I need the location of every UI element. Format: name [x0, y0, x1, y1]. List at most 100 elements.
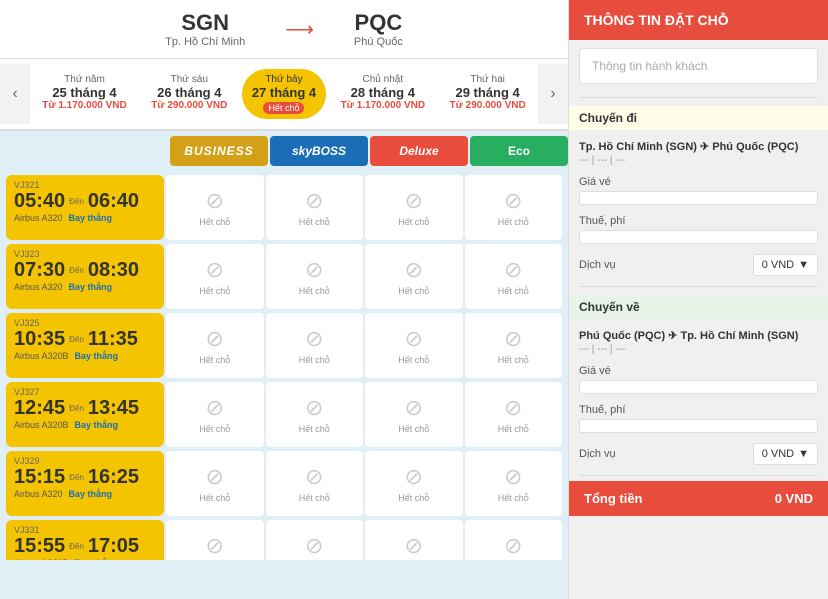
het-cho-label: Hết chỗ	[199, 217, 230, 227]
skyboss-label: skyBOSS	[292, 144, 346, 158]
het-cho-label: Hết chỗ	[299, 493, 330, 503]
seat-skyboss-4[interactable]: ⊘ Hết chỗ	[266, 451, 364, 516]
seat-business-5[interactable]: ⊘ Hết chỗ	[166, 520, 264, 560]
gia-ve-label: Giá vé	[579, 176, 818, 188]
seat-skyboss-0[interactable]: ⊘ Hết chỗ	[266, 175, 364, 240]
den-label-0: Đến	[69, 197, 84, 206]
arr-name: Phú Quốc	[354, 36, 403, 48]
seat-icon: ⊘	[504, 464, 522, 490]
seat-eco-0[interactable]: ⊘ Hết chỗ	[465, 175, 563, 240]
seat-eco-1[interactable]: ⊘ Hết chỗ	[465, 244, 563, 309]
het-cho-label: Hết chỗ	[398, 217, 429, 227]
het-cho-label: Hết chỗ	[498, 217, 529, 227]
seat-icon: ⊘	[405, 533, 423, 559]
het-cho-label: Hết chỗ	[398, 355, 429, 365]
gia-ve2-row: Giá vé	[569, 360, 828, 399]
table-row: VJ321 05:40 Đến 06:40 Airbus A320 Bay th…	[6, 175, 562, 240]
direct-2: Bay thẳng	[75, 351, 119, 361]
flight-dep-5: 15:55	[14, 535, 65, 558]
passenger-info-button[interactable]: Thông tin hành khách	[579, 48, 818, 84]
den-label-2: Đến	[69, 335, 84, 344]
flight-info-4: VJ329 15:15 Đến 16:25 Airbus A320 Bay th…	[6, 451, 164, 516]
dep-code: SGN	[165, 10, 245, 36]
seat-business-4[interactable]: ⊘ Hết chỗ	[166, 451, 264, 516]
het-cho-label: Hết chỗ	[398, 493, 429, 503]
het-cho-label: Hết chỗ	[299, 286, 330, 296]
seat-deluxe-0[interactable]: ⊘ Hết chỗ	[365, 175, 463, 240]
seat-deluxe-4[interactable]: ⊘ Hết chỗ	[365, 451, 463, 516]
business-label: BUSINESS	[184, 144, 253, 158]
route-header: SGN Tp. Hồ Chí Minh ⟶ PQC Phú Quốc	[0, 0, 568, 59]
dep-name: Tp. Hồ Chí Minh	[165, 36, 245, 48]
route-ve-line: Phú Quốc (PQC) ✈ Tp. Hồ Chí Minh (SGN)	[579, 329, 818, 342]
seat-eco-4[interactable]: ⊘ Hết chỗ	[465, 451, 563, 516]
table-row: VJ331 15:55 Đến 17:05 Airbus A320B Bay t…	[6, 520, 562, 560]
aircraft-5: Airbus A320B	[14, 558, 69, 560]
seat-icon: ⊘	[206, 464, 224, 490]
het-cho-label: Hết chỗ	[299, 424, 330, 434]
seat-deluxe-3[interactable]: ⊘ Hết chỗ	[365, 382, 463, 447]
date-item-4[interactable]: Thứ hai 29 tháng 4 Từ 290.000 VND	[440, 69, 536, 119]
dich-vu-value[interactable]: 0 VND ▼	[753, 254, 818, 276]
divider	[579, 97, 818, 98]
flight-num-2: VJ325	[14, 318, 156, 328]
seat-eco-2[interactable]: ⊘ Hết chỗ	[465, 313, 563, 378]
seat-icon: ⊘	[405, 257, 423, 283]
seat-skyboss-3[interactable]: ⊘ Hết chỗ	[266, 382, 364, 447]
seat-eco-3[interactable]: ⊘ Hết chỗ	[465, 382, 563, 447]
date-item-1[interactable]: Thứ sáu 26 tháng 4 Từ 290.000 VND	[141, 69, 237, 119]
dates-row: Thứ năm 25 tháng 4 Từ 1.170.000 VND Thứ …	[30, 69, 538, 119]
gia-ve-row: Giá vé	[569, 171, 828, 210]
seat-business-3[interactable]: ⊘ Hết chỗ	[166, 382, 264, 447]
seat-deluxe-1[interactable]: ⊘ Hết chỗ	[365, 244, 463, 309]
het-cho-label: Hết chỗ	[299, 217, 330, 227]
dich-vu2-row: Dịch vụ 0 VND ▼	[569, 438, 828, 470]
date-item-0[interactable]: Thứ năm 25 tháng 4 Từ 1.170.000 VND	[32, 69, 137, 119]
seat-icon: ⊘	[206, 188, 224, 214]
aircraft-0: Airbus A320	[14, 213, 63, 223]
seat-deluxe-2[interactable]: ⊘ Hết chỗ	[365, 313, 463, 378]
het-cho-label: Hết chỗ	[299, 355, 330, 365]
direct-3: Bay thẳng	[75, 420, 119, 430]
flight-info-3: VJ327 12:45 Đến 13:45 Airbus A320B Bay t…	[6, 382, 164, 447]
seat-eco-5[interactable]: ⊘ Hết chỗ	[465, 520, 563, 560]
seat-icon: ⊘	[405, 464, 423, 490]
seat-icon: ⊘	[206, 257, 224, 283]
arr-code: PQC	[354, 10, 403, 36]
seat-business-2[interactable]: ⊘ Hết chỗ	[166, 313, 264, 378]
deluxe-label: Deluxe	[399, 144, 438, 158]
divider-2	[579, 286, 818, 287]
seat-icon: ⊘	[504, 533, 522, 559]
dich-vu-row: Dịch vụ 0 VND ▼	[569, 249, 828, 281]
dich-vu2-value[interactable]: 0 VND ▼	[753, 443, 818, 465]
chuyen-di-title: Chuyến đi	[569, 106, 828, 130]
date-item-3[interactable]: Chủ nhật 28 tháng 4 Từ 1.170.000 VND	[331, 69, 436, 119]
next-date-button[interactable]: ›	[538, 64, 568, 124]
flight-num-1: VJ323	[14, 249, 156, 259]
arrival-city: PQC Phú Quốc	[354, 10, 403, 48]
seat-skyboss-2[interactable]: ⊘ Hết chỗ	[266, 313, 364, 378]
route-di-sub: --- | --- | ---	[579, 155, 818, 166]
thue-phi-value	[579, 230, 818, 244]
flight-arr-4: 16:25	[88, 466, 139, 489]
prev-date-button[interactable]: ‹	[0, 64, 30, 124]
seat-deluxe-5[interactable]: ⊘ Hết chỗ	[365, 520, 463, 560]
flight-num-0: VJ321	[14, 180, 156, 190]
eco-label: Eco	[508, 144, 530, 158]
date-item-2-selected[interactable]: Thứ bảy 27 tháng 4 Hết chỗ	[242, 69, 326, 119]
dropdown-arrow-icon-2: ▼	[798, 448, 809, 460]
seat-skyboss-5[interactable]: ⊘ Hết chỗ	[266, 520, 364, 560]
het-cho-label: Hết chỗ	[498, 355, 529, 365]
gia-ve2-label: Giá vé	[579, 365, 818, 377]
flight-info-5: VJ331 15:55 Đến 17:05 Airbus A320B Bay t…	[6, 520, 164, 560]
seat-business-1[interactable]: ⊘ Hết chỗ	[166, 244, 264, 309]
seat-skyboss-1[interactable]: ⊘ Hết chỗ	[266, 244, 364, 309]
seat-business-0[interactable]: ⊘ Hết chỗ	[166, 175, 264, 240]
het-cho-label: Hết chỗ	[398, 286, 429, 296]
class-skyboss-header: skyBOSS	[270, 136, 368, 166]
flight-dep-3: 12:45	[14, 397, 65, 420]
seat-icon: ⊘	[305, 395, 323, 421]
seat-icon: ⊘	[504, 188, 522, 214]
seat-icon: ⊘	[305, 257, 323, 283]
gia-ve-value	[579, 191, 818, 205]
